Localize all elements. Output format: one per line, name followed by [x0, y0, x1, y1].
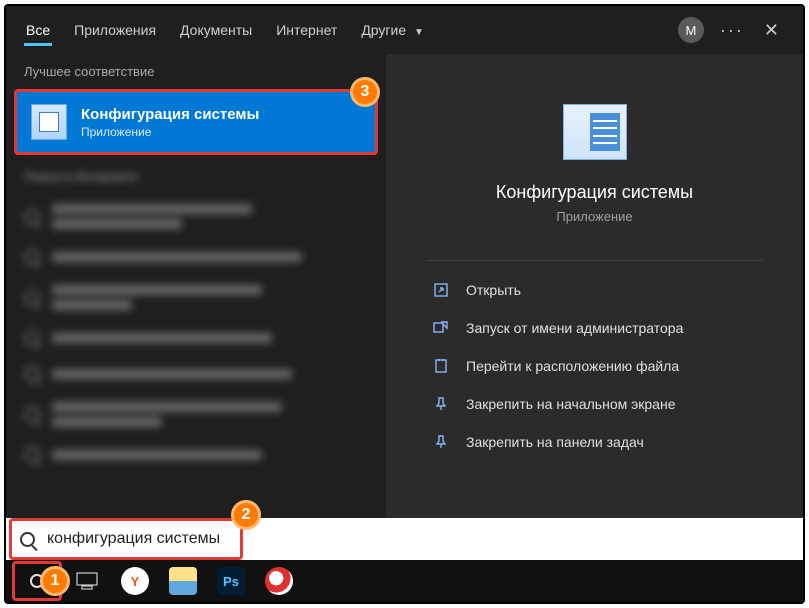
windows-search-window: Все Приложения Документы Интернет Другие…	[4, 4, 805, 604]
search-box[interactable]	[6, 518, 803, 560]
action-run-admin-label: Запуск от имени администратора	[466, 320, 683, 336]
taskbar-photoshop[interactable]: Ps	[208, 561, 254, 601]
taskbar-explorer[interactable]	[160, 561, 206, 601]
tab-apps[interactable]: Приложения	[62, 8, 168, 52]
folder-icon	[432, 357, 450, 375]
details-panel: Конфигурация системы Приложение Открыть …	[386, 54, 803, 560]
search-tabs: Все Приложения Документы Интернет Другие…	[6, 6, 803, 54]
annotation-marker-3: 3	[350, 77, 380, 107]
tab-more-label: Другие	[361, 22, 406, 38]
search-content: Лучшее соответствие Конфигурация системы…	[6, 54, 803, 560]
action-pin-taskbar-label: Закрепить на панели задач	[466, 434, 644, 450]
web-results-blurred: Поиск в Интернете	[6, 157, 386, 485]
file-explorer-icon	[169, 567, 197, 595]
taskbar: Y Ps	[6, 560, 803, 602]
pin-start-icon	[432, 395, 450, 413]
yandex-icon: Y	[121, 567, 149, 595]
search-panel: Все Приложения Документы Интернет Другие…	[6, 6, 803, 560]
best-match-subtitle: Приложение	[81, 125, 259, 139]
action-pin-taskbar[interactable]: Закрепить на панели задач	[426, 423, 763, 461]
action-open-label: Открыть	[466, 282, 521, 298]
annotation-marker-2: 2	[231, 500, 261, 530]
more-options-icon[interactable]: ···	[720, 20, 744, 41]
open-icon	[432, 281, 450, 299]
best-match-header: Лучшее соответствие	[6, 54, 386, 87]
annotation-marker-1: 1	[40, 566, 70, 596]
tab-web[interactable]: Интернет	[264, 8, 349, 52]
tab-all[interactable]: Все	[14, 8, 62, 52]
user-avatar[interactable]: M	[678, 17, 704, 43]
close-icon[interactable]: ✕	[760, 20, 783, 41]
tab-docs[interactable]: Документы	[168, 8, 264, 52]
tab-more[interactable]: Другие ▼	[349, 8, 436, 52]
action-pin-start-label: Закрепить на начальном экране	[466, 396, 676, 412]
app-icon	[265, 567, 293, 595]
chevron-down-icon: ▼	[414, 27, 424, 38]
action-open[interactable]: Открыть	[426, 271, 763, 309]
action-run-admin[interactable]: Запуск от имени администратора	[426, 309, 763, 347]
photoshop-icon: Ps	[217, 567, 245, 595]
action-file-location[interactable]: Перейти к расположению файла	[426, 347, 763, 385]
taskbar-task-view[interactable]	[64, 561, 110, 601]
action-pin-start[interactable]: Закрепить на начальном экране	[426, 385, 763, 423]
action-list: Открыть Запуск от имени администратора П…	[426, 271, 763, 461]
action-file-location-label: Перейти к расположению файла	[466, 358, 679, 374]
msconfig-icon	[31, 104, 67, 140]
admin-icon	[432, 319, 450, 337]
taskbar-yandex[interactable]: Y	[112, 561, 158, 601]
taskbar-app[interactable]	[256, 561, 302, 601]
task-view-icon	[76, 572, 98, 590]
best-match-item[interactable]: Конфигурация системы Приложение 3	[14, 89, 378, 155]
search-icon	[20, 532, 35, 547]
pin-taskbar-icon	[432, 433, 450, 451]
divider	[426, 260, 763, 261]
details-title: Конфигурация системы	[496, 182, 693, 203]
details-subtitle: Приложение	[556, 209, 632, 224]
results-panel: Лучшее соответствие Конфигурация системы…	[6, 54, 386, 560]
best-match-title: Конфигурация системы	[81, 106, 259, 123]
app-icon-large	[563, 104, 627, 160]
search-input[interactable]	[47, 530, 789, 548]
